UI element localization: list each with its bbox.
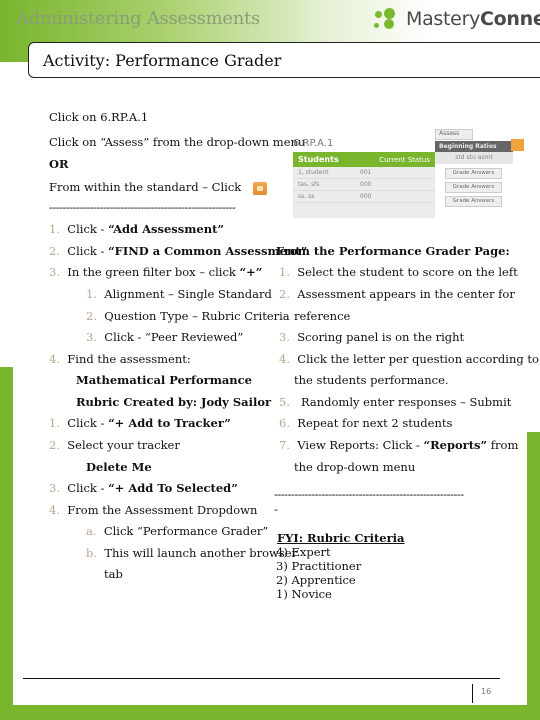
criteria-item: 3) Practitioner bbox=[276, 559, 362, 573]
footer-rule bbox=[23, 678, 500, 679]
right-step: 1. Select the student to score on the le… bbox=[279, 265, 518, 279]
right-step: 6. Repeat for next 2 students bbox=[279, 416, 453, 430]
activity-title-box: Activity: Performance Grader bbox=[28, 42, 540, 78]
substep-item: 3. Click - “Peer Reviewed” bbox=[86, 330, 244, 344]
table-row: 1, student 001 bbox=[293, 167, 435, 179]
assessment-name: Mathematical Performance bbox=[76, 373, 252, 387]
right-step: 4. Click the letter per question accordi… bbox=[279, 352, 539, 366]
right-step-continuation: the students performance. bbox=[294, 373, 449, 387]
standard-label: 6.RP.A.1 bbox=[293, 138, 334, 149]
logo-dots-icon bbox=[374, 8, 400, 30]
right-heading: From the Performance Grader Page: bbox=[276, 244, 510, 258]
substep-item: a. Click “Performance Grader” bbox=[86, 524, 269, 538]
step-item: 1. Click - “+ Add to Tracker” bbox=[49, 416, 231, 430]
step-item: 4. From the Assessment Dropdown bbox=[49, 503, 258, 517]
step-item: 3. In the green filter box – click “+” bbox=[49, 265, 263, 279]
page-number: 16 bbox=[481, 687, 492, 696]
step-item: 4. Find the assessment: bbox=[49, 352, 191, 366]
criteria-item: 4) Expert bbox=[276, 545, 331, 559]
green-frame-left bbox=[0, 367, 13, 720]
activity-title: Activity: Performance Grader bbox=[43, 51, 282, 70]
substep-item: 2. Question Type – Rubric Criteria bbox=[86, 309, 290, 323]
intro-text: From within the standard – Click bbox=[49, 180, 242, 194]
tracker-name: Delete Me bbox=[86, 460, 152, 474]
intro-line: Click on 6.RP.A.1 bbox=[49, 110, 149, 124]
right-step-continuation: the drop-down menu bbox=[294, 460, 416, 474]
green-frame-bottom bbox=[0, 705, 540, 720]
right-step: 7. View Reports: Click - “Reports” from bbox=[279, 438, 519, 452]
table-row: ss, ss 000 bbox=[293, 191, 435, 203]
intro-line: Click on “Assess” from the drop-down men… bbox=[49, 135, 306, 149]
grade-answers-button: Grade Answers bbox=[445, 196, 502, 207]
criteria-item: 1) Novice bbox=[276, 587, 332, 601]
grade-answers-button: Grade Answers bbox=[445, 168, 502, 179]
substep-item: b. This will launch another browser bbox=[86, 546, 298, 560]
intro-line: From within the standard – Click bbox=[49, 180, 267, 195]
divider-tail: - bbox=[274, 502, 278, 516]
add-icon bbox=[511, 139, 524, 151]
right-step: 2. Assessment appears in the center for bbox=[279, 287, 515, 301]
green-frame-right bbox=[527, 432, 540, 720]
step-item: 1. Click - “Add Assessment” bbox=[49, 222, 225, 236]
assessment-author: Rubric Created by: Jody Sailor bbox=[76, 395, 272, 409]
substep-item: 1. Alignment – Single Standard bbox=[86, 287, 272, 301]
right-step: 5. Randomly enter responses – Submit bbox=[279, 395, 512, 409]
divider: ----------------------------------------… bbox=[49, 200, 236, 214]
step-item: 3. Click - “+ Add To Selected” bbox=[49, 481, 238, 495]
section-title: Administering Assessments bbox=[16, 8, 260, 29]
right-step-continuation: reference bbox=[294, 309, 351, 323]
dropdown-menu-item: Beginning Ratios bbox=[435, 141, 513, 152]
masteryconnect-logo: MasteryConnect bbox=[374, 8, 540, 30]
logo-text: MasteryConnect bbox=[406, 8, 540, 30]
footer-separator bbox=[472, 684, 473, 703]
substep-continuation: tab bbox=[104, 567, 123, 581]
criteria-item: 2) Apprentice bbox=[276, 573, 356, 587]
students-table: Students Current Status 1, student 001 ta… bbox=[293, 152, 435, 218]
step-item: 2. Select your tracker bbox=[49, 438, 180, 452]
table-row: tas, sfs 000 bbox=[293, 179, 435, 191]
divider: ----------------------------------------… bbox=[274, 487, 464, 501]
table-header: Students Current Status bbox=[293, 152, 435, 167]
embedded-screenshot: 6.RP.A.1 Assess Beginning Ratios std stu… bbox=[290, 125, 530, 220]
or-label: OR bbox=[49, 157, 69, 171]
assess-tab: Assess bbox=[435, 129, 473, 140]
dropdown-submenu: std stu asmt bbox=[435, 152, 513, 164]
step-item: 2. Click - “FIND a Common Assessment” bbox=[49, 244, 308, 258]
grade-answers-button: Grade Answers bbox=[445, 182, 502, 193]
fyi-title: FYI: Rubric Criteria bbox=[277, 531, 405, 545]
right-step: 3. Scoring panel is on the right bbox=[279, 330, 465, 344]
add-assessment-icon bbox=[252, 181, 267, 195]
